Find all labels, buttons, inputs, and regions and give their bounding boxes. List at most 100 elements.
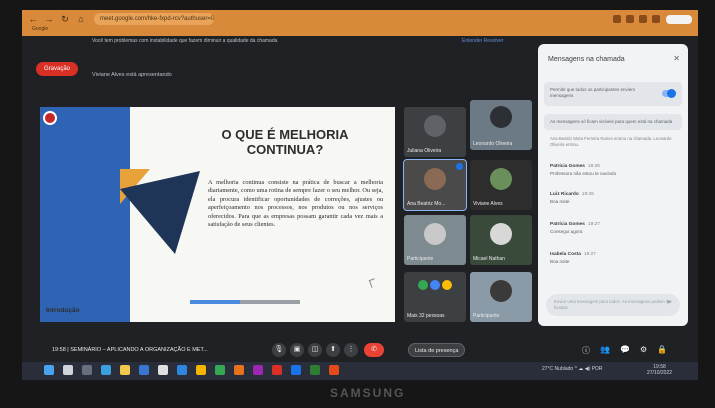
participant-name: Micael Nathan	[473, 256, 505, 262]
message-time: 19:26	[581, 192, 594, 197]
presenting-label: Viviane Alves está apresentando	[92, 72, 172, 78]
people-icon[interactable]: 👥	[600, 345, 610, 356]
participant-name: Participante	[473, 313, 500, 319]
back-icon[interactable]: ←	[28, 14, 38, 24]
profile-button[interactable]	[666, 14, 692, 24]
participant-name: Ana Beatriz Mo...	[407, 201, 446, 207]
activities-icon[interactable]: ⚙	[640, 345, 647, 356]
slide-progress-fill	[190, 300, 240, 304]
excel-icon[interactable]	[310, 365, 320, 375]
app-icon[interactable]	[215, 365, 225, 375]
forward-icon[interactable]: →	[44, 14, 54, 24]
slide-progress-bar	[190, 300, 300, 304]
send-icon[interactable]: ➤	[666, 299, 672, 306]
present-icon[interactable]: ⬆	[326, 343, 340, 357]
attendance-list-button[interactable]: Lista de presença	[408, 343, 466, 357]
notice-actions[interactable]: Entender Resolver	[462, 38, 503, 44]
word-icon[interactable]	[291, 365, 301, 375]
browser-chrome: ← → ↻ ⌂ meet.google.com/hke-fxpd-rcv?aut…	[22, 10, 698, 36]
windows-start-icon[interactable]	[44, 365, 54, 375]
slide-logo	[43, 111, 57, 125]
search-icon[interactable]	[63, 365, 73, 375]
taskbar-clock[interactable]: 19:58 27/10/2022	[647, 364, 672, 376]
chat-permission-label: Permitir que todos os participantes envi…	[550, 87, 636, 98]
meet-side-controls: ⓘ 👥 💬 ⚙ 🔒	[582, 345, 667, 356]
more-options-icon[interactable]: ⋮	[344, 343, 358, 357]
chat-title: Mensagens na chamada	[548, 56, 625, 63]
participant-tile[interactable]: Ana Beatriz Mo...	[403, 159, 467, 211]
bookmark-item[interactable]: Google	[32, 26, 48, 32]
connection-notice: Você tem problemas com instabilidade que…	[92, 38, 278, 44]
chat-message: Luiz Ricardo 19:26 Boa noite	[550, 192, 678, 204]
taskbar-apps	[44, 365, 339, 375]
task-view-icon[interactable]	[82, 365, 92, 375]
extension-icon[interactable]	[626, 15, 634, 23]
address-bar[interactable]: meet.google.com/hke-fxpd-rcv?authuser=0	[94, 13, 214, 25]
extension-icons[interactable]	[613, 15, 660, 23]
mouse-cursor-icon	[368, 278, 378, 288]
file-explorer-icon[interactable]	[120, 365, 130, 375]
presented-slide: O QUE É MELHORIA CONTINUA? A melhoria co…	[40, 107, 395, 322]
participant-video	[424, 223, 446, 245]
more-participants-tile[interactable]: Mais 32 pessoas	[404, 272, 466, 322]
clock-date: 27/10/2022	[647, 370, 673, 376]
message-text: Professora não estou te ouvindo	[550, 171, 617, 176]
extension-icon[interactable]	[652, 15, 660, 23]
meeting-time-title: 19:58 | SEMINÁRIO – APLICANDO A ORGANIZA…	[52, 347, 208, 353]
extension-icon[interactable]	[639, 15, 647, 23]
participant-video	[424, 168, 446, 190]
app-icon[interactable]	[234, 365, 244, 375]
chat-panel: Mensagens na chamada ✕ Permitir que todo…	[538, 44, 688, 326]
home-icon[interactable]: ⌂	[76, 14, 86, 24]
message-text: Consegui agora	[550, 229, 583, 234]
message-time: 19:27	[583, 252, 596, 257]
edge-icon[interactable]	[101, 365, 111, 375]
app-icon[interactable]	[272, 365, 282, 375]
mail-icon[interactable]	[158, 365, 168, 375]
extension-icon[interactable]	[613, 15, 621, 23]
powerpoint-icon[interactable]	[329, 365, 339, 375]
chat-permission-toggle[interactable]	[662, 89, 676, 98]
reload-icon[interactable]: ↻	[60, 14, 70, 24]
chat-icon[interactable]: 💬	[620, 345, 630, 356]
participant-tile[interactable]: Juliana Oliveira	[404, 107, 466, 157]
captions-icon[interactable]: ◫	[308, 343, 322, 357]
participant-tile[interactable]: Participante	[404, 215, 466, 265]
participant-tile[interactable]: Micael Nathan	[470, 215, 532, 265]
microphone-icon[interactable]: 🎙	[272, 343, 286, 357]
app-icon[interactable]	[253, 365, 263, 375]
close-icon[interactable]: ✕	[673, 54, 680, 63]
camera-icon[interactable]: ▣	[290, 343, 304, 357]
message-author: Patrícia Gomes	[550, 164, 585, 169]
participant-tile[interactable]: Participante	[470, 272, 532, 322]
participant-video	[490, 280, 512, 302]
chat-message: Patrícia Gomes 19:26 Professora não estou…	[550, 164, 678, 176]
lock-icon[interactable]: 🔒	[657, 345, 667, 356]
chat-message: Isabela Costa 19:27 Boa noite	[550, 252, 678, 264]
message-time: 19:26	[587, 164, 600, 169]
participant-name: Leonardo Oliveira	[473, 141, 513, 147]
message-text: Boa noite	[550, 199, 570, 204]
participant-name: Participante	[407, 256, 434, 262]
recording-badge: Gravação	[36, 62, 78, 76]
participant-tile[interactable]: Viviane Alves	[470, 160, 532, 210]
participant-name: Viviane Alves	[473, 201, 503, 207]
chrome-icon[interactable]	[196, 365, 206, 375]
chat-input[interactable]: Enviar uma mensagem para todos. As mensa…	[546, 294, 680, 316]
message-author: Isabela Costa	[550, 252, 581, 257]
participant-name: Juliana Oliveira	[407, 148, 442, 154]
slide-footer: Introdução	[46, 307, 80, 314]
end-call-button[interactable]: ✆	[364, 343, 384, 357]
chat-permission-row: Permitir que todos os participantes envi…	[544, 82, 682, 106]
info-icon[interactable]: ⓘ	[582, 345, 590, 356]
app-icon[interactable]	[177, 365, 187, 375]
chat-system-note: Ana Beatriz Mota Ferreira Nunes entrou n…	[550, 136, 672, 147]
participant-tile[interactable]: Leonardo Oliveira	[470, 100, 532, 150]
system-tray[interactable]: 27°C Nublado ^ ☁ ◀) POR	[542, 366, 602, 372]
screen: ← → ↻ ⌂ meet.google.com/hke-fxpd-rcv?aut…	[22, 10, 698, 380]
chat-message: Patrícia Gomes 19:27 Consegui agora	[550, 222, 678, 234]
message-author: Patrícia Gomes	[550, 222, 585, 227]
speaking-indicator-icon	[456, 163, 463, 170]
participant-avatars	[418, 280, 452, 290]
store-icon[interactable]	[139, 365, 149, 375]
